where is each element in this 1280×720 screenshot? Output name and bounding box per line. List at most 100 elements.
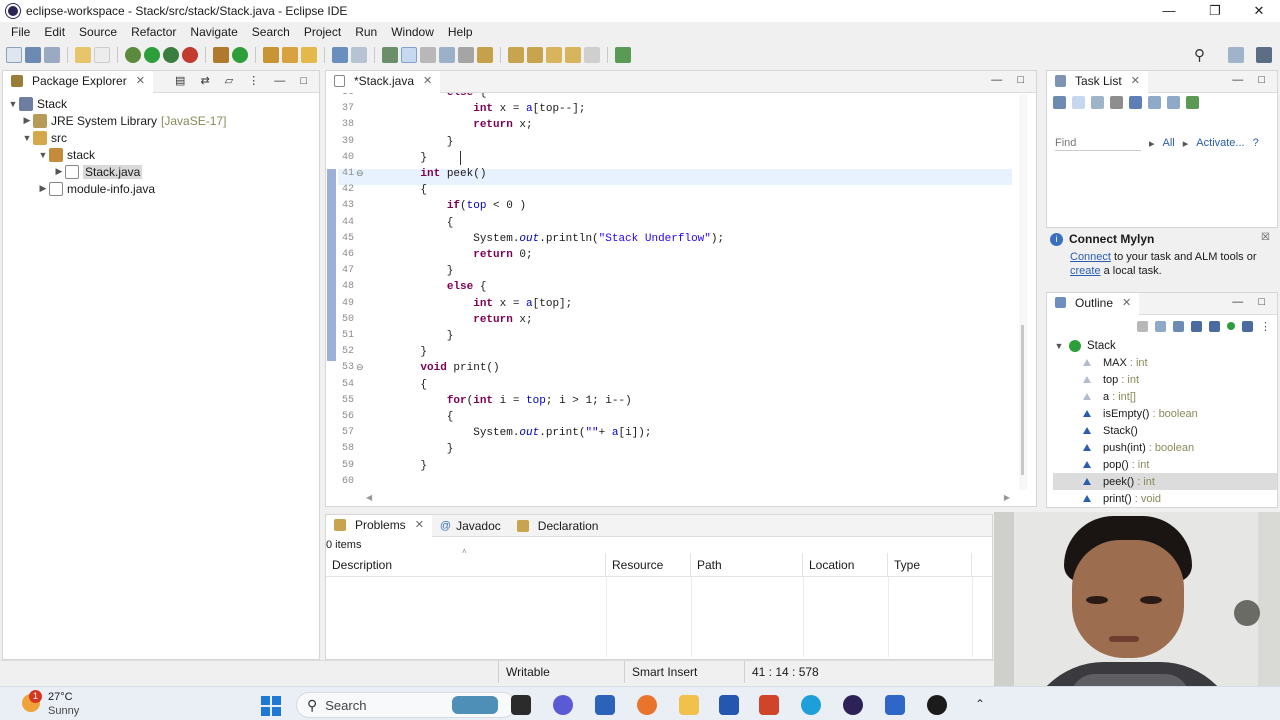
tree-item-package[interactable]: ▼ stack — [7, 146, 319, 163]
outline-member[interactable]: push(int) : boolean — [1053, 439, 1277, 456]
redo-icon[interactable] — [94, 47, 110, 63]
outline-member[interactable]: top : int — [1053, 371, 1277, 388]
hide-local-types-icon[interactable] — [1242, 320, 1253, 332]
view-controls[interactable]: ▤ ⇄ ▱ ⋮ — □ — [175, 74, 313, 87]
store-icon[interactable] — [595, 695, 615, 715]
word-wrap-icon[interactable] — [420, 47, 436, 63]
new-java-package-icon[interactable] — [213, 47, 229, 63]
outline-class-stack[interactable]: ▼ Stack — [1053, 337, 1277, 354]
notepad-icon[interactable] — [885, 695, 905, 715]
help-icon[interactable]: ? — [1253, 137, 1259, 149]
view-menu-icon[interactable]: ⋮ — [1260, 320, 1271, 333]
undo-icon[interactable] — [75, 47, 91, 63]
hide-static-icon[interactable] — [1209, 320, 1220, 332]
previous-annotation-icon[interactable] — [527, 47, 543, 63]
categorized-icon[interactable] — [1072, 96, 1085, 109]
menu-search[interactable]: Search — [245, 25, 297, 39]
hide-fields-icon[interactable] — [1191, 320, 1202, 332]
close-icon[interactable]: ✕ — [415, 518, 424, 531]
close-icon[interactable]: ✕ — [1122, 296, 1131, 309]
back-icon[interactable] — [565, 47, 581, 63]
tab-problems[interactable]: Problems ✕ — [326, 514, 432, 537]
close-icon[interactable]: ☒ — [1261, 232, 1270, 243]
chevron-right-icon[interactable]: ▶ — [21, 115, 33, 126]
hide-nonpublic-icon[interactable] — [1227, 322, 1235, 330]
menu-project[interactable]: Project — [297, 25, 348, 39]
terminal-icon[interactable] — [332, 47, 348, 63]
block-selection-icon[interactable] — [439, 47, 455, 63]
chevron-down-icon[interactable]: ▼ — [7, 99, 19, 109]
open-type-icon[interactable] — [263, 47, 279, 63]
outline-member[interactable]: MAX : int — [1053, 354, 1277, 371]
task-view-icon[interactable] — [511, 695, 531, 715]
forward-icon[interactable] — [584, 47, 600, 63]
next-annotation-icon[interactable] — [508, 47, 524, 63]
firefox-icon[interactable] — [637, 695, 657, 715]
chevron-right-icon[interactable]: ▶ — [53, 166, 65, 177]
edge-icon[interactable] — [801, 695, 821, 715]
open-perspective-icon[interactable] — [615, 47, 631, 63]
whitespace-icon[interactable] — [458, 47, 474, 63]
activate-link[interactable]: Activate... — [1196, 137, 1244, 149]
save-all-icon[interactable] — [44, 47, 60, 63]
outline-member[interactable]: pop() : int — [1053, 456, 1277, 473]
menu-window[interactable]: Window — [384, 25, 441, 39]
close-icon[interactable]: ✕ — [136, 74, 145, 87]
windows-start-icon[interactable] — [261, 696, 281, 716]
chat-icon[interactable] — [553, 695, 573, 715]
column-location[interactable]: Location — [803, 553, 888, 577]
chevron-down-icon[interactable]: ▼ — [1053, 341, 1065, 351]
tree-item-src[interactable]: ▼ src — [7, 129, 319, 146]
close-icon[interactable]: ✕ — [423, 74, 432, 87]
tray-chevron-up-icon[interactable]: ⌃ — [975, 697, 985, 711]
highlight-icon[interactable] — [401, 47, 417, 63]
coverage-icon[interactable] — [163, 47, 179, 63]
sync-icon[interactable] — [1186, 96, 1199, 109]
app-icon[interactable] — [927, 695, 947, 715]
close-window-button[interactable]: ✕ — [1236, 0, 1280, 22]
tree-item-stack-java[interactable]: ▶ Stack.java — [7, 163, 319, 180]
outline-member[interactable]: peek() : int — [1053, 473, 1277, 490]
new-task-icon[interactable] — [1053, 96, 1066, 109]
file-explorer-icon[interactable] — [679, 695, 699, 715]
column-path[interactable]: Path — [691, 553, 803, 577]
tree-item-jre[interactable]: ▶ JRE System Library [JavaSE-17] — [7, 112, 319, 129]
java-perspective-icon[interactable] — [1256, 47, 1272, 63]
minimize-button[interactable]: — — [1146, 0, 1192, 22]
search-toolbar-icon[interactable] — [301, 47, 317, 63]
menu-file[interactable]: File — [4, 25, 37, 39]
run-icon[interactable] — [144, 47, 160, 63]
close-icon[interactable]: ✕ — [1131, 74, 1140, 87]
tree-item-module-info[interactable]: ▶ module-info.java — [7, 180, 319, 197]
focus-icon[interactable] — [1129, 96, 1142, 109]
pilcrow-icon[interactable] — [477, 47, 493, 63]
menu-help[interactable]: Help — [441, 25, 480, 39]
menu-edit[interactable]: Edit — [37, 25, 72, 39]
save-icon[interactable] — [25, 47, 41, 63]
outline-member[interactable]: Stack() — [1053, 422, 1277, 439]
scheduled-icon[interactable] — [1091, 96, 1104, 109]
create-link[interactable]: create — [1070, 265, 1101, 277]
column-description[interactable]: Description — [326, 553, 606, 577]
new-java-class-icon[interactable] — [232, 47, 248, 63]
fold-collapse-icon[interactable]: ⊖ — [356, 169, 364, 179]
outline-member[interactable]: a : int[] — [1053, 388, 1277, 405]
column-resource[interactable]: Resource — [606, 553, 691, 577]
tab-task-list[interactable]: Task List ✕ — [1047, 70, 1148, 93]
view-controls[interactable]: — □ — [991, 74, 1030, 86]
tab-outline[interactable]: Outline ✕ — [1047, 292, 1140, 315]
find-input[interactable] — [1055, 135, 1141, 151]
last-edit-icon[interactable] — [546, 47, 562, 63]
view-controls[interactable]: — □ — [1232, 296, 1271, 308]
tab-declaration[interactable]: Declaration — [509, 515, 607, 537]
tab-package-explorer[interactable]: Package Explorer ✕ — [3, 70, 153, 93]
chevron-right-icon[interactable]: ▶ — [37, 183, 49, 194]
menu-refactor[interactable]: Refactor — [124, 25, 183, 39]
maximize-button[interactable]: ❐ — [1192, 0, 1238, 22]
external-tools-icon[interactable] — [182, 47, 198, 63]
chevron-down-icon[interactable]: ▼ — [37, 150, 49, 160]
connect-link[interactable]: Connect — [1070, 251, 1111, 263]
debug-icon[interactable] — [125, 47, 141, 63]
view-controls[interactable]: — □ — [1232, 74, 1271, 86]
expand-all-icon[interactable] — [1167, 96, 1180, 109]
